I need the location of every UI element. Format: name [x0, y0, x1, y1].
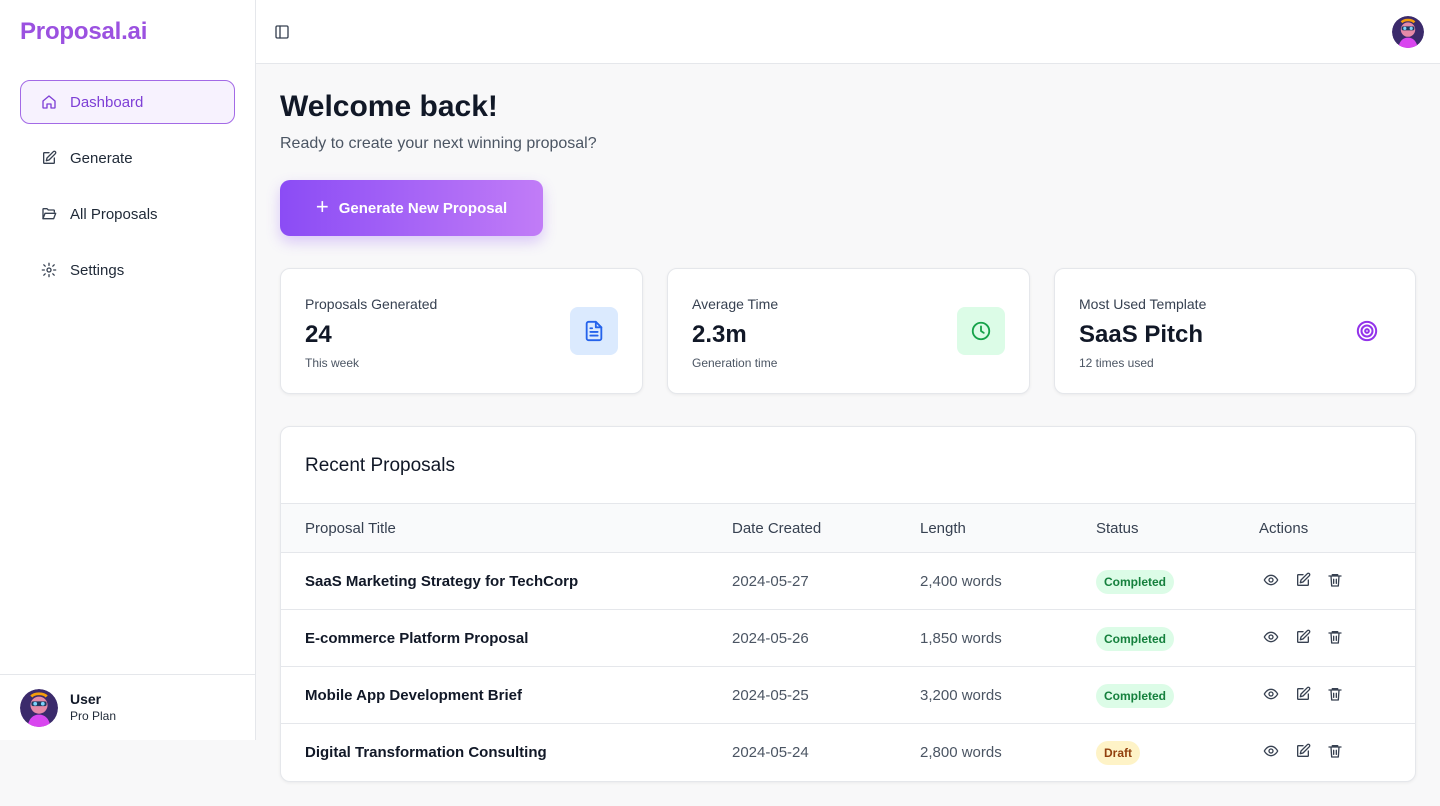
trash-icon[interactable] [1327, 629, 1343, 645]
proposal-date: 2024-05-27 [732, 573, 809, 590]
stats-row: Proposals Generated 24 This week Average… [280, 268, 1416, 394]
stat-value: 24 [305, 321, 332, 348]
proposal-title[interactable]: Digital Transformation Consulting [305, 744, 547, 761]
user-profile[interactable]: User Pro Plan [0, 674, 256, 740]
sidebar-item-generate[interactable]: Generate [20, 136, 235, 180]
sidebar-item-label: Generate [70, 149, 133, 167]
trash-icon[interactable] [1327, 572, 1343, 588]
view-icon[interactable] [1263, 629, 1279, 645]
proposal-date: 2024-05-24 [732, 744, 809, 761]
clock-icon [957, 307, 1005, 355]
sidebar: Proposal.ai Dashboard Generate All Propo… [0, 0, 256, 740]
stat-sub: This week [305, 356, 360, 370]
folder-icon [41, 206, 57, 222]
stat-label: Average Time [692, 296, 779, 312]
document-icon [570, 307, 618, 355]
sidebar-item-all-proposals[interactable]: All Proposals [20, 192, 235, 236]
user-name: User [70, 691, 102, 708]
view-icon[interactable] [1263, 743, 1279, 759]
avatar[interactable] [1392, 16, 1424, 48]
table-body: SaaS Marketing Strategy for TechCorp 202… [281, 553, 1415, 781]
table-row: SaaS Marketing Strategy for TechCorp 202… [281, 553, 1415, 610]
proposal-title[interactable]: E-commerce Platform Proposal [305, 630, 528, 647]
proposal-length: 1,850 words [920, 630, 1002, 647]
sidebar-item-label: Settings [70, 261, 125, 279]
target-icon [1343, 307, 1391, 355]
page-subtitle: Ready to create your next winning propos… [280, 135, 597, 152]
proposal-length: 2,800 words [920, 744, 1002, 761]
generate-new-proposal-button[interactable]: + Generate New Proposal [280, 180, 543, 236]
brand-logo[interactable]: Proposal.ai [20, 18, 147, 46]
sidebar-item-label: All Proposals [70, 205, 158, 223]
proposal-title[interactable]: SaaS Marketing Strategy for TechCorp [305, 573, 578, 590]
edit-icon[interactable] [1295, 686, 1311, 702]
proposal-title[interactable]: Mobile App Development Brief [305, 687, 522, 704]
row-actions [1263, 743, 1343, 759]
stat-card-most-used-template: Most Used Template SaaS Pitch 12 times u… [1054, 268, 1416, 394]
sidebar-item-settings[interactable]: Settings [20, 248, 235, 292]
column-header-actions: Actions [1259, 520, 1309, 537]
edit-icon[interactable] [1295, 629, 1311, 645]
user-plan: Pro Plan [70, 708, 117, 723]
row-actions [1263, 572, 1343, 588]
row-actions [1263, 686, 1343, 702]
column-header-status: Status [1096, 520, 1139, 537]
stat-card-average-time: Average Time 2.3m Generation time [667, 268, 1030, 394]
gear-icon [41, 262, 57, 278]
column-header-length: Length [920, 520, 966, 537]
proposal-length: 3,200 words [920, 687, 1002, 704]
recent-proposals-card: Recent Proposals Proposal Title Date Cre… [280, 426, 1416, 782]
status-badge: Draft [1096, 741, 1141, 765]
sidebar-item-dashboard[interactable]: Dashboard [20, 80, 235, 124]
proposal-date: 2024-05-26 [732, 630, 809, 647]
home-icon [41, 94, 57, 110]
stat-card-proposals-generated: Proposals Generated 24 This week [280, 268, 643, 394]
column-header-title: Proposal Title [305, 520, 396, 537]
page-title: Welcome back! [280, 90, 498, 123]
cta-label: Generate New Proposal [338, 199, 508, 217]
stat-label: Most Used Template [1079, 296, 1207, 312]
view-icon[interactable] [1263, 686, 1279, 702]
table-header: Proposal Title Date Created Length Statu… [281, 503, 1415, 553]
column-header-date: Date Created [732, 520, 822, 537]
sidebar-item-label: Dashboard [70, 93, 144, 111]
status-badge: Completed [1096, 684, 1175, 708]
proposal-length: 2,400 words [920, 573, 1002, 590]
view-icon[interactable] [1263, 572, 1279, 588]
proposal-date: 2024-05-25 [732, 687, 809, 704]
status-badge: Completed [1096, 570, 1175, 594]
stat-value: SaaS Pitch [1079, 321, 1204, 348]
recent-proposals-title: Recent Proposals [305, 455, 455, 476]
plus-icon: + [315, 194, 329, 219]
stat-value: 2.3m [692, 321, 747, 348]
edit-icon [41, 150, 57, 166]
row-actions [1263, 629, 1343, 645]
trash-icon[interactable] [1327, 743, 1343, 759]
stat-sub: Generation time [692, 356, 778, 370]
status-badge: Completed [1096, 627, 1175, 651]
edit-icon[interactable] [1295, 743, 1311, 759]
stat-sub: 12 times used [1079, 356, 1154, 370]
avatar [20, 688, 58, 727]
edit-icon[interactable] [1295, 572, 1311, 588]
stat-label: Proposals Generated [305, 296, 438, 312]
table-row: E-commerce Platform Proposal 2024-05-26 … [281, 610, 1415, 667]
table-row: Mobile App Development Brief 2024-05-25 … [281, 667, 1415, 724]
sidebar-nav: Dashboard Generate All Proposals Setting… [20, 80, 235, 304]
topbar [256, 0, 1440, 64]
trash-icon[interactable] [1327, 686, 1343, 702]
sidebar-toggle-icon[interactable] [274, 24, 290, 40]
table-row: Digital Transformation Consulting 2024-0… [281, 724, 1415, 781]
